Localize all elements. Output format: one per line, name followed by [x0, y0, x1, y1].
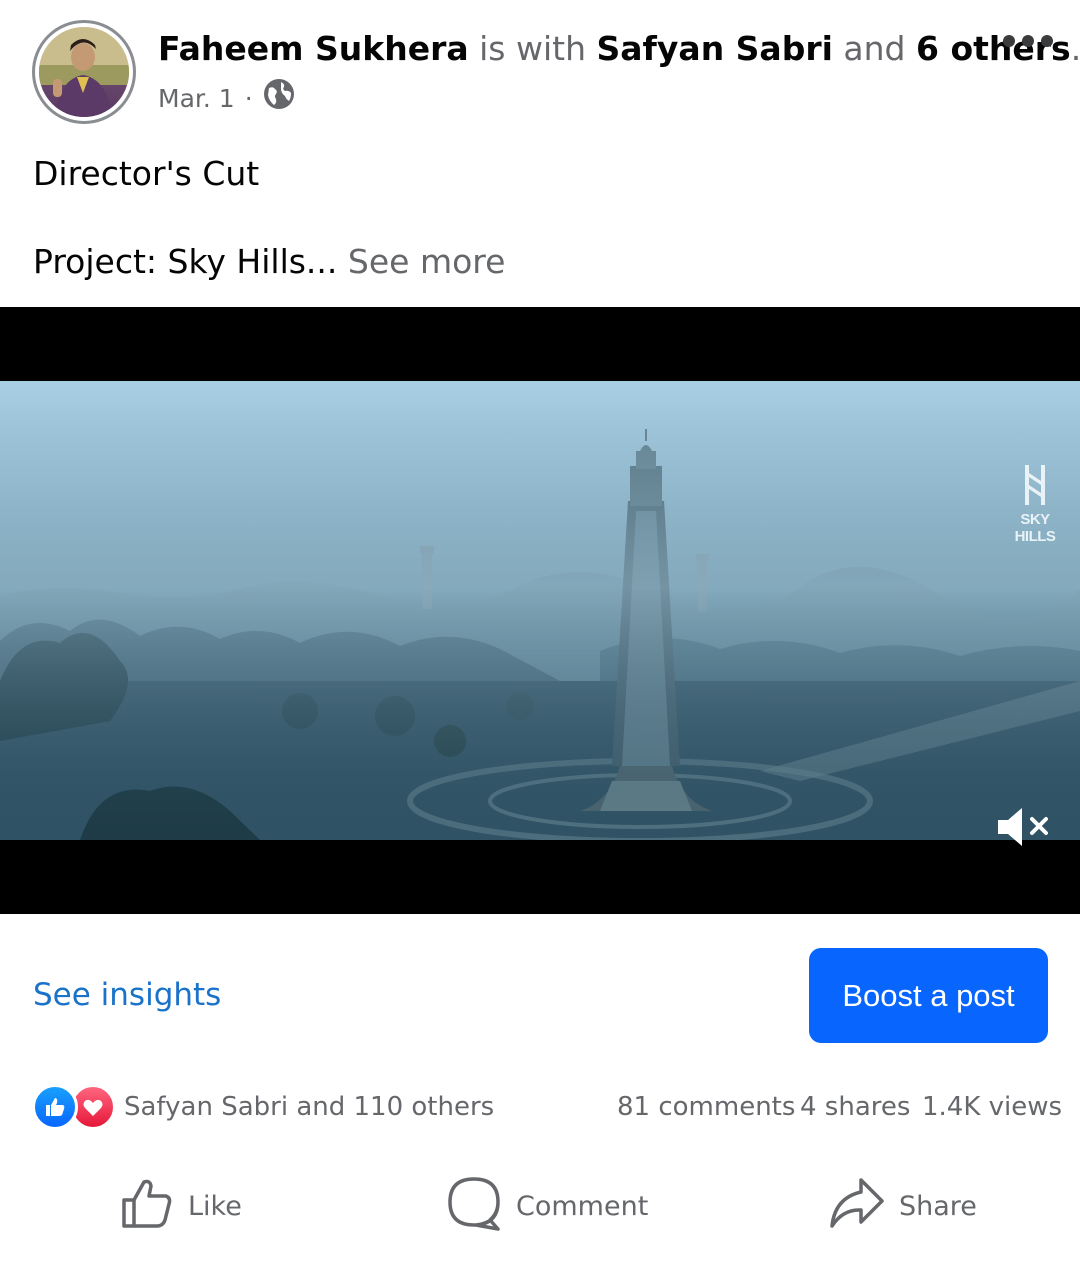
like-label: Like: [188, 1190, 242, 1222]
tagged-person[interactable]: Safyan Sabri: [597, 29, 833, 68]
like-reaction-icon: [32, 1084, 78, 1130]
share-button[interactable]: Share: [829, 1176, 977, 1236]
see-insights-link[interactable]: See insights: [33, 974, 221, 1016]
post-text-line2: Project: Sky Hills... See more: [33, 242, 505, 282]
author-name[interactable]: Faheem Sukhera: [158, 29, 469, 68]
video-frame: SKY HILLS: [0, 381, 1080, 840]
thumbs-up-icon: [120, 1176, 174, 1237]
sky-hills-logo-mark: [1025, 465, 1045, 505]
see-more-link[interactable]: See more: [348, 242, 506, 281]
video-scene-illustration: [0, 381, 1080, 840]
and-text: and: [843, 29, 906, 68]
post-text-line1: Director's Cut: [33, 154, 260, 193]
with-text: is with: [479, 29, 587, 68]
comment-button[interactable]: Comment: [446, 1176, 648, 1236]
more-options-icon[interactable]: [1000, 28, 1056, 54]
sky-hills-logo-text: SKY HILLS: [1014, 511, 1056, 545]
like-button[interactable]: Like: [120, 1176, 242, 1236]
post-header-title: Faheem Sukhera is with Safyan Sabri and …: [158, 28, 1080, 70]
reactions-text: Safyan Sabri and 110 others: [124, 1092, 495, 1122]
sky-hills-logo: SKY HILLS: [1000, 463, 1070, 545]
mute-icon[interactable]: [994, 803, 1054, 851]
reactions-summary[interactable]: Safyan Sabri and 110 others: [32, 1084, 495, 1130]
comment-bubble-icon: [446, 1175, 502, 1238]
boost-post-button[interactable]: Boost a post: [809, 948, 1048, 1043]
post-text-project: Project: Sky Hills...: [33, 242, 338, 281]
shares-count[interactable]: 4 shares: [800, 1088, 910, 1126]
comments-count[interactable]: 81 comments: [617, 1088, 795, 1126]
video-player[interactable]: SKY HILLS: [0, 307, 1080, 914]
title-period: .: [1071, 29, 1080, 68]
comment-label: Comment: [516, 1190, 649, 1222]
post-date[interactable]: Mar. 1: [158, 82, 235, 116]
views-count[interactable]: 1.4K views: [922, 1088, 1062, 1126]
meta-separator: ·: [244, 83, 253, 113]
share-label: Share: [899, 1190, 977, 1222]
globe-icon[interactable]: [263, 78, 295, 119]
share-arrow-icon: [829, 1176, 885, 1237]
avatar[interactable]: [39, 27, 129, 117]
post-meta: Mar. 1 ·: [158, 78, 295, 119]
